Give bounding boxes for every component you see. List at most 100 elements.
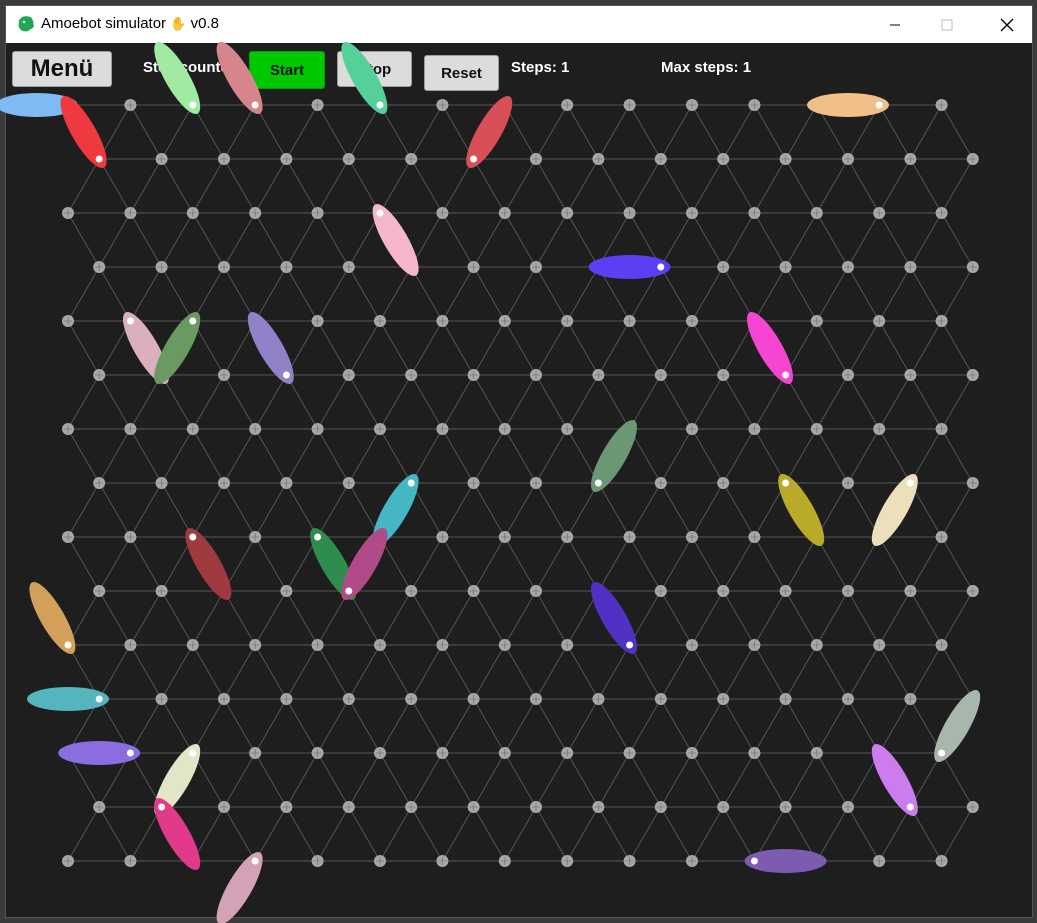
amoebot-head: [906, 479, 914, 487]
amoebot[interactable]: [53, 90, 115, 173]
grid-edge: [348, 374, 381, 430]
grid-edge: [348, 644, 381, 700]
grid-edge: [410, 752, 443, 808]
grid-edge: [722, 104, 755, 160]
grid-edge: [909, 158, 943, 214]
grid-edge: [379, 374, 412, 430]
grid-edge: [691, 752, 724, 808]
grid-edge: [753, 698, 787, 754]
grid-edge: [254, 752, 287, 808]
grid-edge: [629, 698, 662, 754]
amoebot-body: [185, 528, 232, 601]
grid-edge: [441, 590, 475, 646]
grid-edge: [254, 644, 287, 700]
grid-edge: [410, 536, 443, 592]
grid-edge: [847, 590, 880, 646]
grid-edge: [909, 104, 943, 160]
grid-edge: [847, 806, 880, 862]
grid-edge: [317, 428, 350, 484]
amoebot-body: [247, 311, 294, 384]
grid-edge: [535, 752, 568, 808]
grid-edge: [660, 374, 693, 430]
amoebot[interactable]: [864, 738, 926, 821]
grid-edge: [192, 428, 225, 484]
grid-edge: [816, 644, 849, 700]
amoebot[interactable]: [365, 199, 427, 282]
grid-edge: [441, 374, 475, 430]
grid-edge: [161, 158, 194, 214]
amoebot[interactable]: [864, 469, 926, 552]
grid-edge: [98, 428, 131, 484]
amoebot[interactable]: [146, 793, 208, 876]
amoebot-head: [782, 371, 790, 379]
amoebot-head: [95, 155, 103, 163]
grid-edge: [473, 320, 506, 376]
grid-edge: [660, 212, 693, 268]
grid-edge: [441, 482, 475, 538]
amoebot[interactable]: [178, 523, 240, 606]
grid-edge: [722, 698, 755, 754]
grid-edge: [566, 158, 599, 214]
grid-edge: [535, 698, 568, 754]
amoebot[interactable]: [240, 306, 302, 389]
grid-edge: [410, 644, 443, 700]
amoebot[interactable]: [458, 90, 520, 173]
grid-edge: [285, 806, 319, 862]
amoebot[interactable]: [209, 36, 271, 119]
amoebot[interactable]: [770, 469, 832, 552]
grid-edge: [129, 104, 163, 160]
grid-edge: [348, 104, 381, 160]
amoebot-head: [906, 803, 914, 811]
grid-edge: [660, 266, 693, 322]
grid-edge: [317, 698, 350, 754]
grid-edge: [660, 644, 693, 700]
grid-edge: [629, 158, 662, 214]
grid-edge: [254, 482, 287, 538]
amoebot[interactable]: [209, 847, 271, 923]
amoebot[interactable]: [583, 576, 645, 659]
grid-edge: [348, 806, 381, 862]
amoebot[interactable]: [739, 306, 801, 389]
amoebot[interactable]: [58, 741, 141, 765]
grid-edge: [535, 482, 568, 538]
grid-edge: [597, 320, 631, 376]
grid-edge: [722, 374, 755, 430]
grid-edge: [722, 806, 755, 862]
amoebot-head: [189, 101, 197, 109]
amoebot-body: [591, 419, 637, 492]
amoebot[interactable]: [334, 36, 396, 119]
grid-edge: [722, 752, 755, 808]
grid-edge: [691, 644, 724, 700]
amoebot[interactable]: [583, 414, 645, 497]
grid-edge: [223, 158, 256, 214]
amoebot[interactable]: [588, 255, 671, 279]
grid-edge: [941, 374, 974, 430]
grid-edge: [909, 590, 943, 646]
grid-edge: [98, 536, 131, 592]
grid-edge: [504, 158, 537, 214]
amoebot[interactable]: [926, 684, 988, 767]
grid-edge: [535, 428, 568, 484]
simulation-canvas[interactable]: [0, 0, 1037, 923]
amoebot[interactable]: [22, 576, 84, 659]
grid-edge: [566, 374, 599, 430]
grid-edge: [753, 212, 787, 268]
grid-edge: [129, 698, 163, 754]
amoebot[interactable]: [27, 687, 109, 711]
grid-edge: [909, 266, 943, 322]
grid-edge: [441, 644, 475, 700]
grid-edge: [441, 428, 475, 484]
grid-edge: [254, 590, 287, 646]
grid-edge: [753, 644, 787, 700]
grid-edge: [441, 320, 475, 376]
grid-edge: [597, 698, 631, 754]
amoebot[interactable]: [807, 93, 889, 117]
grid-edge: [629, 752, 662, 808]
grid-edge: [254, 536, 287, 592]
grid-edge: [878, 158, 911, 214]
grid-lines: [67, 104, 974, 862]
grid-edge: [504, 374, 537, 430]
amoebot[interactable]: [146, 36, 208, 119]
amoebot[interactable]: [744, 849, 827, 873]
grid-edge: [473, 428, 506, 484]
